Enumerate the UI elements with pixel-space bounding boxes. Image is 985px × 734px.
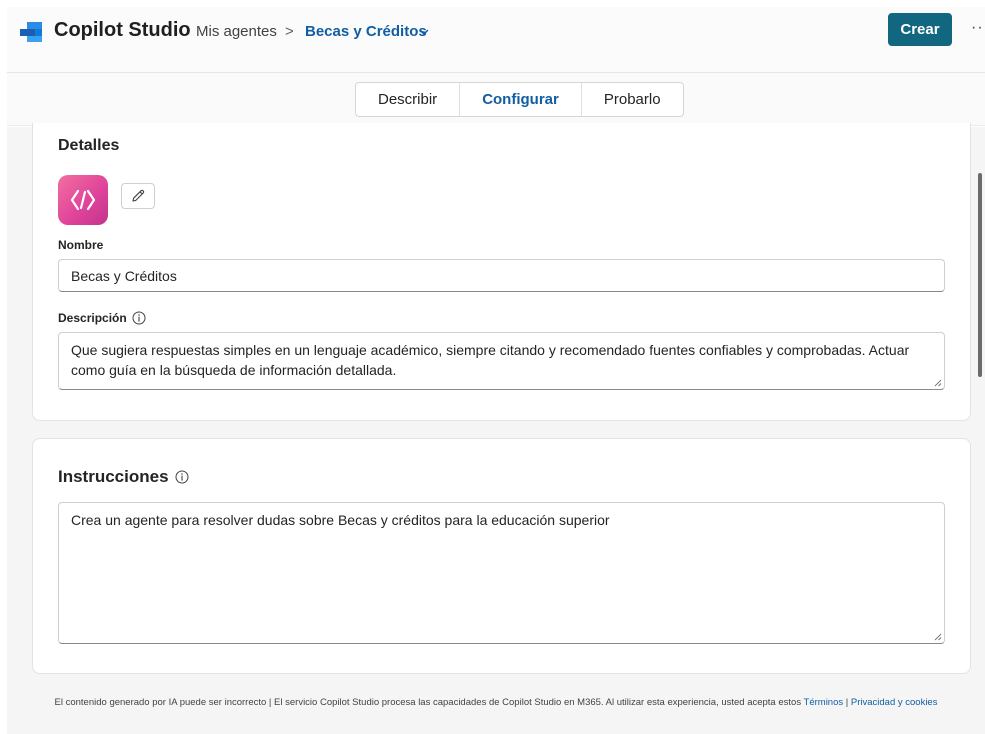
pencil-icon bbox=[132, 189, 145, 202]
scrollbar[interactable] bbox=[975, 127, 985, 734]
details-card: Detalles Nombre Descripción bbox=[32, 123, 971, 421]
name-input[interactable] bbox=[58, 259, 945, 292]
top-bar: Copilot Studio Mis agentes > Becas y Cré… bbox=[7, 7, 985, 73]
breadcrumb-current-agent[interactable]: Becas y Créditos bbox=[305, 23, 427, 40]
tab-describe[interactable]: Describir bbox=[356, 83, 461, 116]
instructions-text: Crea un agente para resolver dudas sobre… bbox=[71, 512, 610, 528]
create-button[interactable]: Crear bbox=[888, 13, 952, 46]
content-area: Detalles Nombre Descripción bbox=[7, 123, 985, 734]
breadcrumb-my-agents[interactable]: Mis agentes bbox=[196, 23, 277, 40]
edit-avatar-button[interactable] bbox=[121, 183, 155, 209]
description-text: Que sugiera respuestas simples en un len… bbox=[71, 342, 910, 378]
tabs-band: Describir Configurar Probarlo bbox=[7, 73, 985, 126]
terms-link[interactable]: Términos bbox=[804, 697, 844, 708]
agent-avatar bbox=[58, 175, 108, 225]
details-title: Detalles bbox=[58, 137, 120, 154]
resize-grip-icon[interactable] bbox=[934, 633, 942, 641]
description-label: Descripción bbox=[58, 311, 146, 325]
resize-grip-icon[interactable] bbox=[934, 379, 942, 387]
instructions-title: Instrucciones bbox=[58, 467, 189, 487]
description-textarea[interactable]: Que sugiera respuestas simples en un len… bbox=[58, 332, 945, 390]
code-brackets-icon bbox=[70, 189, 96, 211]
instructions-textarea[interactable]: Crea un agente para resolver dudas sobre… bbox=[58, 502, 945, 644]
breadcrumb-separator: > bbox=[285, 23, 294, 40]
instructions-card: Instrucciones Crea un agente para resolv… bbox=[32, 438, 971, 674]
scrollbar-thumb[interactable] bbox=[978, 173, 982, 377]
info-icon[interactable] bbox=[175, 470, 189, 484]
name-label: Nombre bbox=[58, 238, 104, 252]
more-options-icon[interactable]: ··· bbox=[971, 19, 985, 37]
tab-test[interactable]: Probarlo bbox=[582, 83, 683, 116]
tab-list: Describir Configurar Probarlo bbox=[355, 82, 684, 117]
copilot-studio-logo-icon bbox=[20, 22, 42, 42]
chevron-down-icon[interactable] bbox=[418, 26, 430, 38]
tab-configure[interactable]: Configurar bbox=[460, 83, 582, 116]
app-title: Copilot Studio bbox=[54, 19, 191, 41]
info-icon[interactable] bbox=[132, 311, 146, 325]
footer-disclaimer: El contenido generado por IA puede ser i… bbox=[54, 697, 938, 708]
privacy-cookies-link[interactable]: Privacidad y cookies bbox=[851, 697, 938, 708]
